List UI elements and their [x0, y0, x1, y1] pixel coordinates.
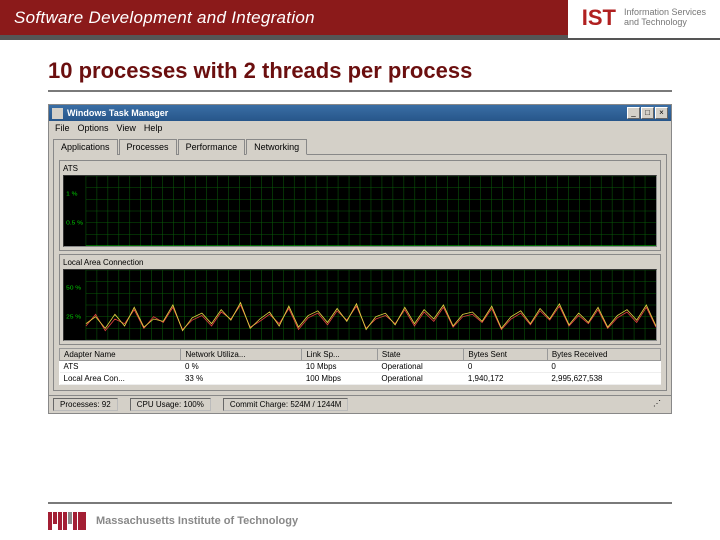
- column-header[interactable]: Adapter Name: [60, 349, 181, 361]
- ist-logo: IST: [582, 5, 616, 31]
- menu-options[interactable]: Options: [78, 123, 109, 133]
- header-bar: Software Development and Integration IST…: [0, 0, 720, 40]
- column-header[interactable]: Bytes Sent: [464, 349, 548, 361]
- column-header[interactable]: Link Sp...: [302, 349, 378, 361]
- menu-file[interactable]: File: [55, 123, 70, 133]
- adapter-table: Adapter NameNetwork Utiliza...Link Sp...…: [59, 348, 661, 385]
- svg-text:25 %: 25 %: [66, 314, 81, 321]
- app-icon: [52, 108, 63, 119]
- cell: 0: [464, 361, 548, 373]
- tab-applications[interactable]: Applications: [53, 139, 118, 155]
- footer-rule: [48, 502, 672, 504]
- resize-grip[interactable]: ⋰: [647, 398, 667, 411]
- minimize-button[interactable]: _: [627, 107, 640, 119]
- column-header[interactable]: Network Utiliza...: [181, 349, 302, 361]
- ist-logo-block: IST Information Services and Technology: [568, 0, 720, 38]
- maximize-button[interactable]: □: [641, 107, 654, 119]
- cell: 10 Mbps: [302, 361, 378, 373]
- graph-group-ats: ATS 1 % 0.5 %: [59, 160, 661, 251]
- table-row[interactable]: Local Area Con...33 %100 MbpsOperational…: [60, 373, 661, 385]
- task-manager-window: Windows Task Manager _ □ × File Options …: [48, 104, 672, 414]
- svg-text:0.5 %: 0.5 %: [66, 220, 83, 227]
- status-commit: Commit Charge: 524M / 1244M: [223, 398, 349, 411]
- menu-view[interactable]: View: [117, 123, 136, 133]
- table-row[interactable]: ATS0 %10 MbpsOperational00: [60, 361, 661, 373]
- cell: 0: [547, 361, 660, 373]
- ist-sub2: and Technology: [624, 18, 706, 28]
- cell: Operational: [377, 361, 463, 373]
- slide-rule: [48, 90, 672, 92]
- graph-lan-label: Local Area Connection: [63, 258, 657, 267]
- cell: Operational: [377, 373, 463, 385]
- cell: 0 %: [181, 361, 302, 373]
- tab-processes[interactable]: Processes: [119, 139, 177, 155]
- graph-ats: 1 % 0.5 %: [63, 175, 657, 247]
- slide-body: 10 processes with 2 threads per process …: [0, 40, 720, 422]
- status-bar: Processes: 92 CPU Usage: 100% Commit Cha…: [49, 395, 671, 413]
- header-title: Software Development and Integration: [14, 8, 568, 28]
- footer-org: Massachusetts Institute of Technology: [96, 515, 298, 527]
- menu-help[interactable]: Help: [144, 123, 163, 133]
- window-title: Windows Task Manager: [67, 108, 626, 118]
- cell: 2,995,627,538: [547, 373, 660, 385]
- footer: Massachusetts Institute of Technology: [48, 502, 672, 530]
- graph-lan: 50 % 25 %: [63, 269, 657, 341]
- tab-performance[interactable]: Performance: [178, 139, 246, 155]
- column-header[interactable]: State: [377, 349, 463, 361]
- tab-content: ATS 1 % 0.5 % Local Area Connection 50 % 2…: [53, 154, 667, 391]
- graph-ats-label: ATS: [63, 164, 657, 173]
- svg-text:50 %: 50 %: [66, 285, 81, 292]
- tab-networking[interactable]: Networking: [246, 139, 307, 155]
- tab-strip: Applications Processes Performance Netwo…: [49, 135, 671, 154]
- cell: ATS: [60, 361, 181, 373]
- cell: 33 %: [181, 373, 302, 385]
- cell: Local Area Con...: [60, 373, 181, 385]
- status-processes: Processes: 92: [53, 398, 118, 411]
- titlebar[interactable]: Windows Task Manager _ □ ×: [49, 105, 671, 121]
- slide-title: 10 processes with 2 threads per process: [48, 58, 672, 84]
- cell: 1,940,172: [464, 373, 548, 385]
- cell: 100 Mbps: [302, 373, 378, 385]
- menu-bar: File Options View Help: [49, 121, 671, 135]
- graph-group-lan: Local Area Connection 50 % 25 %: [59, 254, 661, 345]
- svg-text:1 %: 1 %: [66, 191, 78, 198]
- status-cpu: CPU Usage: 100%: [130, 398, 211, 411]
- close-button[interactable]: ×: [655, 107, 668, 119]
- mit-logo: [48, 512, 86, 530]
- column-header[interactable]: Bytes Received: [547, 349, 660, 361]
